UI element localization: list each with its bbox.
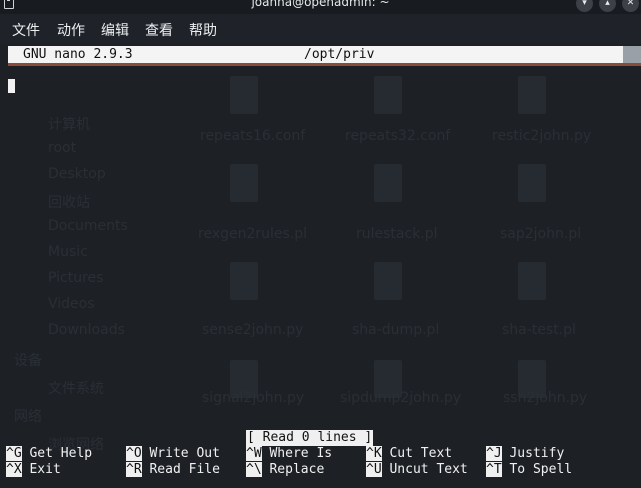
ghost-sidebar-item: Pictures	[48, 270, 104, 286]
ghost-sidebar-item: Downloads	[48, 322, 125, 338]
nano-title-bar: GNU nano 2.9.3 /opt/priv	[8, 46, 623, 63]
ghost-file-icon	[518, 76, 546, 114]
ghost-file-name: repeats16.conf	[200, 128, 306, 144]
menu-help[interactable]: 帮助	[189, 20, 217, 40]
shortcut-read-file[interactable]: ^R Read File	[126, 462, 220, 478]
shortcut-write-out[interactable]: ^O Write Out	[126, 446, 220, 462]
ghost-file-icon	[374, 164, 402, 202]
ghost-file-name: signal2john.py	[202, 390, 305, 406]
ghost-file-name: rulestack.pl	[356, 226, 438, 242]
shortcut-replace[interactable]: ^\ Replace	[246, 462, 324, 478]
ghost-file-name: sha-dump.pl	[352, 322, 440, 338]
shortcut-where-is[interactable]: ^W Where Is	[246, 446, 332, 462]
menu-file[interactable]: 文件	[12, 20, 40, 40]
menu-action[interactable]: 动作	[57, 20, 85, 40]
ghost-sidebar-item: root	[48, 140, 77, 156]
window-title: joanna@openadmin: ~	[251, 0, 390, 9]
close-button[interactable]: ✕	[622, 0, 639, 12]
ghost-sidebar-item: 计算机	[48, 117, 90, 133]
menu-edit[interactable]: 编辑	[101, 20, 129, 40]
header-divider	[8, 63, 641, 66]
shortcut-get-help[interactable]: ^G Get Help	[6, 446, 92, 462]
shortcut-exit[interactable]: ^X Exit	[6, 462, 61, 478]
ghost-sidebar-item: Documents	[48, 218, 128, 234]
ghost-file-icon	[374, 76, 402, 114]
ghost-file-icon	[518, 262, 546, 300]
ghost-file-name: ssh2john.py	[503, 390, 588, 406]
ghost-file-name: sap2john.pl	[500, 226, 582, 242]
menu-bar: 文件 动作 编辑 查看 帮助	[0, 14, 641, 44]
ghost-file-name: sense2john.py	[202, 322, 304, 338]
ghost-sidebar-item: Music	[48, 244, 88, 260]
ghost-sidebar-item: Desktop	[48, 166, 106, 182]
minimize-button[interactable]: ▾	[576, 0, 593, 12]
ghost-file-name: sha-test.pl	[502, 322, 576, 338]
ghost-sidebar-item: 文件系统	[48, 381, 104, 397]
file-path: /opt/priv	[304, 47, 375, 62]
status-message: [ Read 0 lines ]	[246, 430, 374, 446]
ghost-sidebar-heading: 设备	[14, 353, 42, 369]
shortcut-cut-text[interactable]: ^K Cut Text	[366, 446, 452, 462]
ghost-sidebar-item: Videos	[48, 296, 95, 312]
header-scroll-strip	[623, 46, 641, 63]
ghost-file-name: repeats32.conf	[345, 128, 451, 144]
ghost-file-icon	[230, 262, 258, 300]
window-titlebar[interactable]: joanna@openadmin: ~ ▾ ▴ ✕	[0, 0, 641, 14]
menu-view[interactable]: 查看	[145, 20, 173, 40]
terminal-area[interactable]: 计算机 root Desktop 回收站 Documents Music Pic…	[0, 44, 641, 488]
ghost-file-name: sipdump2john.py	[340, 390, 462, 406]
ghost-file-icon	[230, 164, 258, 202]
text-cursor[interactable]	[8, 79, 15, 93]
ghost-file-name: rexgen2rules.pl	[198, 226, 308, 242]
maximize-button[interactable]: ▴	[599, 0, 616, 12]
ghost-file-icon	[374, 262, 402, 300]
ghost-sidebar-heading: 网络	[14, 409, 42, 425]
ghost-file-name: restic2john.py	[492, 128, 592, 144]
ghost-file-icon	[518, 164, 546, 202]
shortcut-justify[interactable]: ^J Justify	[486, 446, 564, 462]
nano-version: GNU nano 2.9.3	[23, 47, 133, 62]
shortcut-to-spell[interactable]: ^T To Spell	[486, 462, 572, 478]
shortcut-uncut-text[interactable]: ^U Uncut Text	[366, 462, 468, 478]
ghost-file-icon	[230, 76, 258, 114]
ghost-sidebar-item: 回收站	[48, 195, 90, 211]
